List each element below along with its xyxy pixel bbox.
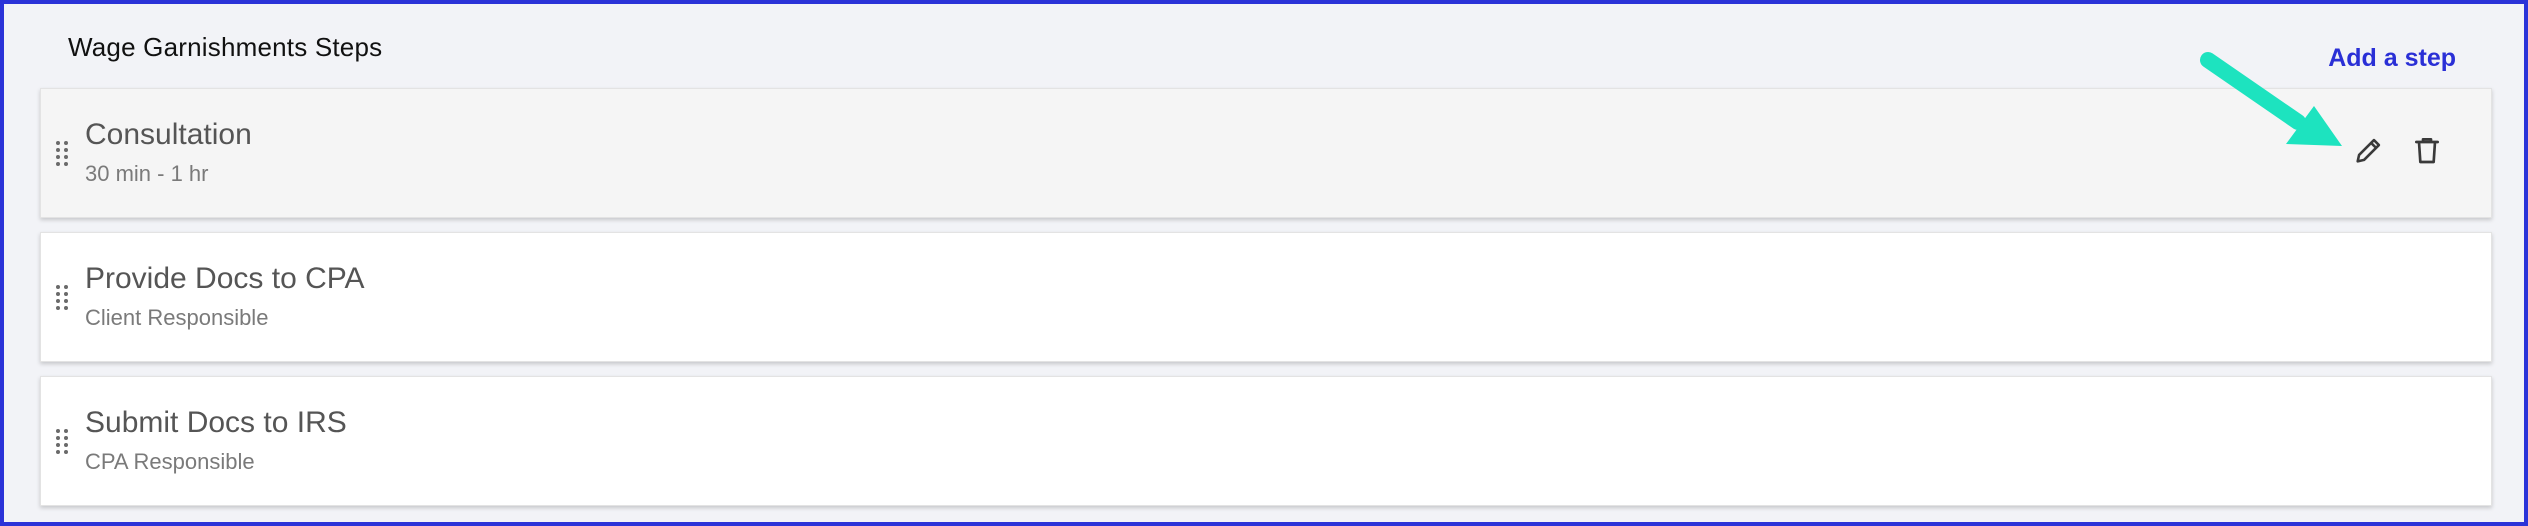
step-card-provide-docs[interactable]: Provide Docs to CPA Client Responsible: [40, 232, 2492, 362]
pencil-icon[interactable]: [2349, 129, 2389, 171]
steps-panel: Wage Garnishments Steps Add a step Consu…: [0, 0, 2528, 526]
section-title: Wage Garnishments Steps: [68, 32, 383, 62]
add-step-link[interactable]: Add a step: [2328, 44, 2456, 73]
drag-handle-icon[interactable]: [56, 141, 68, 167]
step-actions: [2349, 129, 2447, 171]
step-card-submit-docs[interactable]: Submit Docs to IRS CPA Responsible: [40, 376, 2492, 506]
step-subtitle: Client Responsible: [85, 305, 269, 330]
step-card-consultation[interactable]: Consultation 30 min - 1 hr: [40, 88, 2492, 218]
trash-icon[interactable]: [2407, 129, 2447, 171]
steps-list: Consultation 30 min - 1 hr Provide Docs …: [40, 88, 2492, 520]
drag-handle-icon[interactable]: [56, 285, 68, 311]
step-subtitle: 30 min - 1 hr: [85, 161, 209, 186]
step-title: Submit Docs to IRS: [85, 406, 347, 439]
drag-handle-icon[interactable]: [56, 429, 68, 455]
step-title: Consultation: [85, 118, 252, 151]
step-title: Provide Docs to CPA: [85, 262, 365, 295]
step-subtitle: CPA Responsible: [85, 449, 255, 474]
